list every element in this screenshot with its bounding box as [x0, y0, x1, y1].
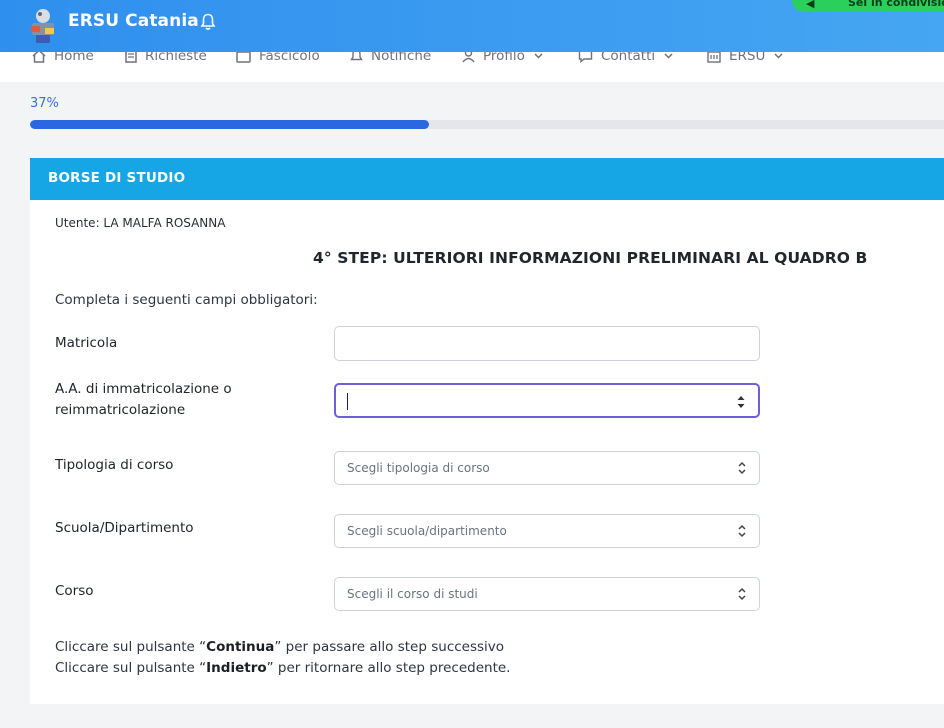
select-updown-icon	[738, 461, 746, 475]
footer-text: ” per passare allo step successivo	[274, 639, 505, 655]
top-header: ERSU Catania ◀ Sei in condivisione	[0, 0, 944, 52]
nav-item-fascicolo[interactable]: Fascicolo	[236, 52, 320, 66]
user-name: Utente: LA MALFA ROSANNA	[55, 216, 226, 230]
sharing-indicator[interactable]: ◀ Sei in condivisione	[792, 0, 944, 12]
sharing-label: Sei in condivisione	[848, 0, 944, 9]
anno-label: A.A. di immatricolazione o reimmatricola…	[55, 379, 232, 421]
footer-text: Cliccare sul pulsante “	[55, 639, 207, 655]
brand-title[interactable]: ERSU Catania	[68, 11, 199, 31]
back-instruction: Cliccare sul pulsante “Indietro” per rit…	[55, 660, 510, 676]
nav-label: Home	[54, 52, 94, 64]
chat-icon	[578, 52, 593, 63]
text-caret	[347, 393, 348, 410]
corso-placeholder: Scegli il corso di studi	[347, 587, 478, 601]
nav-label: Notifiche	[371, 52, 432, 64]
progress-bar-fill	[30, 120, 430, 129]
indietro-emphasis: Indietro	[206, 660, 267, 676]
back-arrow-icon: ◀	[806, 0, 815, 10]
footer-text: Cliccare sul pulsante “	[55, 660, 207, 676]
folder-icon	[236, 52, 251, 63]
nav-label: Profilo	[483, 52, 525, 64]
building-icon	[707, 52, 721, 63]
continua-emphasis: Continua	[206, 639, 275, 655]
nav-label: Fascicolo	[259, 52, 320, 64]
nav-item-contatti[interactable]: Contatti	[578, 52, 681, 66]
nav-label: Contatti	[601, 52, 656, 64]
anno-immatricolazione-input[interactable]	[334, 383, 760, 418]
main-nav: Home Richieste Fascicolo Notifiche Profi…	[0, 52, 944, 82]
chevron-down-icon	[664, 53, 673, 59]
nav-label: ERSU	[729, 52, 766, 64]
anno-label-line1: A.A. di immatricolazione o	[55, 381, 232, 397]
step-title: 4° STEP: ULTERIORI INFORMAZIONI PRELIMIN…	[313, 249, 868, 267]
tipologia-select[interactable]: Scegli tipologia di corso	[334, 451, 760, 485]
chevron-down-icon	[534, 53, 543, 59]
nav-item-home[interactable]: Home	[32, 52, 94, 66]
matricola-label: Matricola	[55, 335, 118, 351]
card-header: BORSE DI STUDIO	[30, 158, 944, 200]
chevron-down-icon	[774, 53, 783, 59]
select-updown-icon	[738, 587, 746, 601]
anno-label-line2: reimmatricolazione	[55, 402, 186, 418]
corso-label: Corso	[55, 583, 94, 599]
nav-item-richieste[interactable]: Richieste	[125, 52, 207, 66]
notification-bell-icon[interactable]	[200, 13, 216, 31]
nav-item-notifiche[interactable]: Notifiche	[350, 52, 431, 66]
progress-bar	[30, 120, 944, 129]
instructions-text: Completa i seguenti campi obbligatori:	[55, 292, 318, 308]
nav-item-ersu[interactable]: ERSU	[707, 52, 791, 66]
tipologia-label: Tipologia di corso	[55, 457, 174, 473]
continue-instruction: Cliccare sul pulsante “Continua” per pas…	[55, 639, 504, 655]
form-card: BORSE DI STUDIO Utente: LA MALFA ROSANNA…	[30, 158, 944, 704]
home-icon	[32, 52, 46, 63]
footer-text: ” per ritornare allo step precedente.	[266, 660, 511, 676]
tipologia-placeholder: Scegli tipologia di corso	[347, 461, 490, 475]
scuola-placeholder: Scegli scuola/dipartimento	[347, 524, 507, 538]
corso-select[interactable]: Scegli il corso di studi	[334, 577, 760, 611]
nav-label: Richieste	[145, 52, 207, 64]
ersu-logo-icon[interactable]	[28, 6, 58, 44]
card-title: BORSE DI STUDIO	[48, 170, 186, 186]
scuola-select[interactable]: Scegli scuola/dipartimento	[334, 514, 760, 548]
select-updown-icon	[738, 524, 746, 538]
progress-percentage: 37%	[30, 96, 59, 111]
user-icon	[462, 52, 475, 63]
bell-icon	[350, 52, 363, 61]
matricola-input[interactable]	[334, 326, 760, 361]
scuola-label: Scuola/Dipartimento	[55, 520, 194, 536]
nav-item-profilo[interactable]: Profilo	[462, 52, 551, 66]
number-spinner-icon[interactable]	[736, 394, 746, 410]
document-icon	[125, 52, 137, 63]
